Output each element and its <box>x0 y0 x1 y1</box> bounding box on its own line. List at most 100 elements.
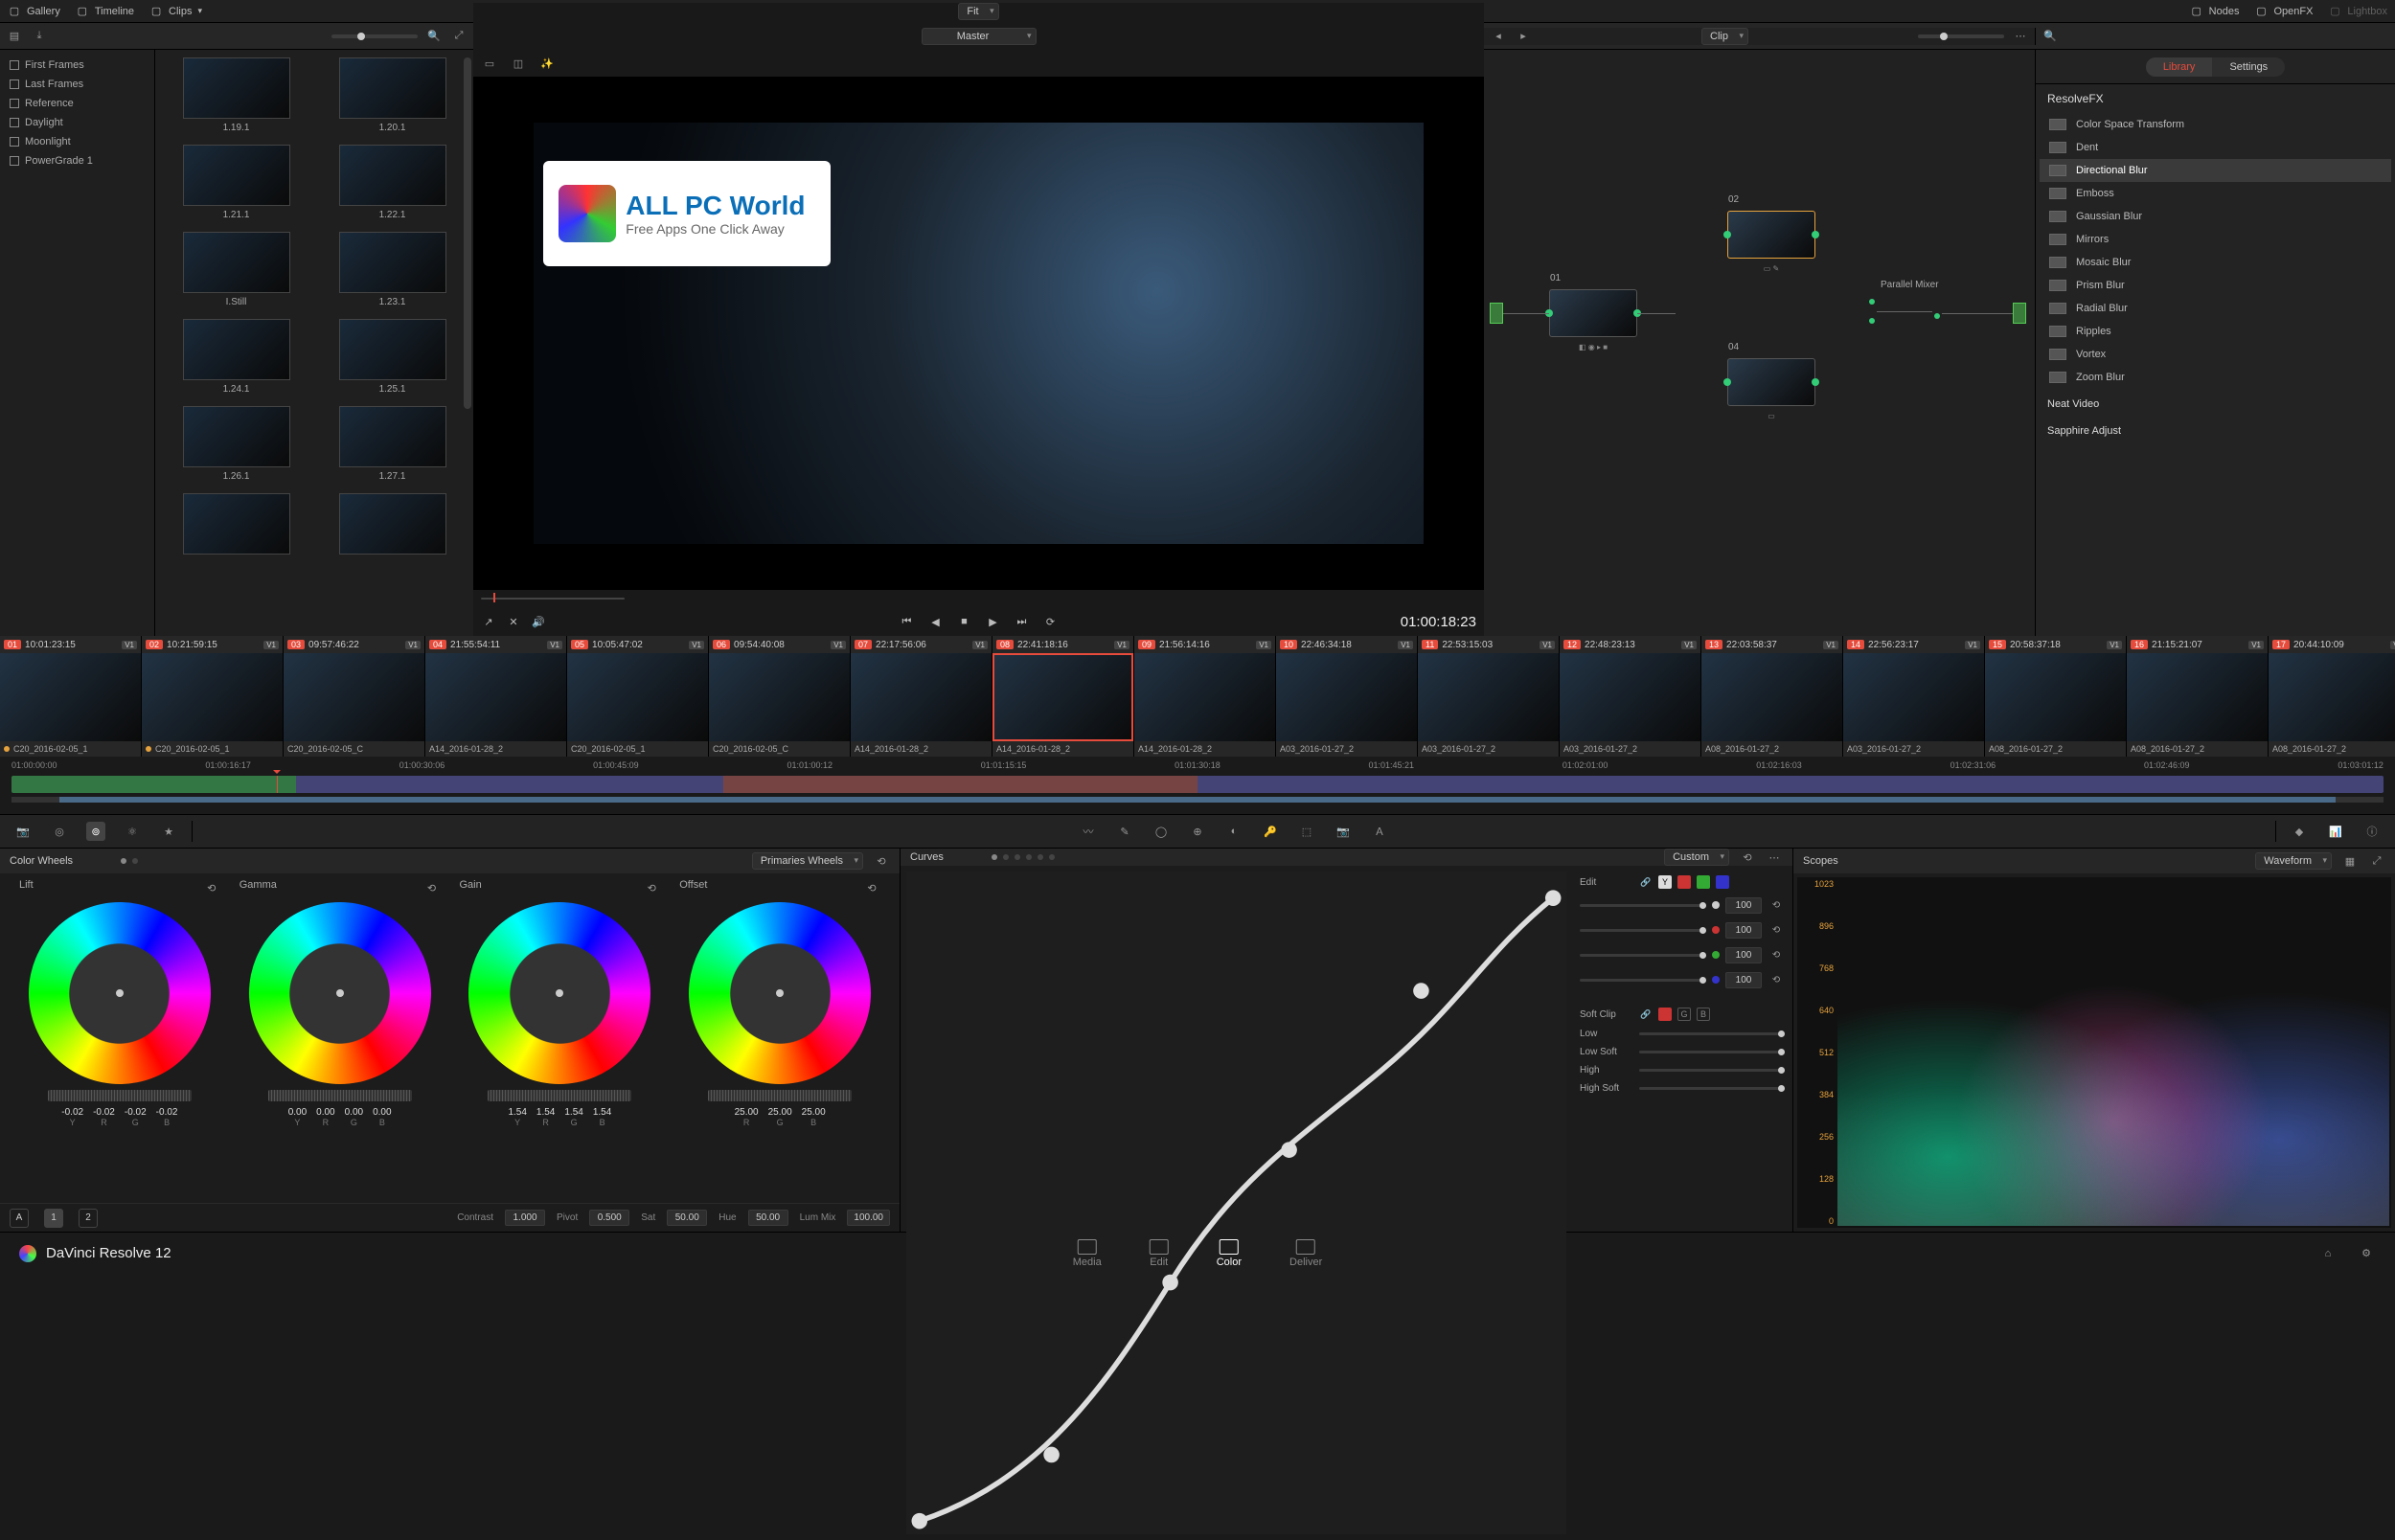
still-thumbnail[interactable]: I.Still <box>163 232 309 307</box>
gallery-album[interactable]: First Frames <box>0 56 154 75</box>
color-wheels-icon[interactable]: ⊚ <box>86 822 105 841</box>
wheel-value[interactable]: -0.02 <box>93 1107 115 1118</box>
color-wheel[interactable] <box>249 902 431 1084</box>
stereo-icon[interactable]: 📷 <box>1334 822 1353 841</box>
node-source-out[interactable] <box>2013 303 2026 324</box>
color-wheel[interactable] <box>689 902 871 1084</box>
gallery-album[interactable]: PowerGrade 1 <box>0 151 154 170</box>
gallery-album[interactable]: Moonlight <box>0 132 154 151</box>
clip-thumbnail[interactable]: 0110:01:23:15V1 C20_2016-02-05_1 <box>0 636 142 757</box>
split-screen-icon[interactable]: ◫ <box>510 55 527 72</box>
fx-search-icon[interactable]: 🔍 <box>2041 28 2059 45</box>
nodes-zoom-slider[interactable] <box>1918 34 2004 38</box>
softclip-slider[interactable] <box>1639 1032 1785 1035</box>
still-thumbnail[interactable]: 1.22.1 <box>319 145 466 220</box>
still-thumbnail[interactable] <box>319 493 466 558</box>
fx-item[interactable]: Vortex <box>2040 343 2391 366</box>
wheel-value[interactable]: 0.00 <box>288 1107 307 1118</box>
play-button[interactable]: ▶ <box>986 614 1001 629</box>
window-icon[interactable]: ◯ <box>1152 822 1171 841</box>
curves-reset-icon[interactable]: ⟲ <box>1739 849 1756 866</box>
color-match-icon[interactable]: ◎ <box>50 822 69 841</box>
still-thumbnail[interactable]: 1.24.1 <box>163 319 309 395</box>
nodes-clip-dropdown[interactable]: Clip <box>1701 28 1748 45</box>
timeline-toggle[interactable]: ▢Timeline <box>76 5 134 18</box>
tracker-icon[interactable]: ⊕ <box>1188 822 1207 841</box>
color-wheel[interactable] <box>468 902 650 1084</box>
qualifier-picker-icon[interactable]: ↗ <box>481 614 496 629</box>
curve-value[interactable]: 100 <box>1725 897 1762 914</box>
curve-row-reset-icon[interactable]: ⟲ <box>1768 921 1785 939</box>
gallery-toggle[interactable]: ▢Gallery <box>8 5 60 18</box>
softclip-b[interactable]: B <box>1697 1008 1710 1021</box>
clip-thumbnail[interactable]: 0822:41:18:16V1 A14_2016-01-28_2 <box>992 636 1134 757</box>
curves-mode-dropdown[interactable]: Custom <box>1664 849 1729 866</box>
page-deliver[interactable]: Deliver <box>1289 1239 1322 1268</box>
clip-thumbnail[interactable]: 1422:56:23:17V1 A03_2016-01-27_2 <box>1843 636 1985 757</box>
curve-plot[interactable] <box>906 872 1566 1534</box>
curve-row-reset-icon[interactable]: ⟲ <box>1768 896 1785 914</box>
nodes-prev-icon[interactable]: ◂ <box>1490 28 1507 45</box>
mixer-out[interactable] <box>1932 303 1942 331</box>
still-thumbnail[interactable]: 1.25.1 <box>319 319 466 395</box>
curve-link-icon[interactable]: 🔗 <box>1639 875 1653 889</box>
fx-tab-library[interactable]: Library <box>2146 57 2213 77</box>
clip-thumbnail[interactable]: 0510:05:47:02V1 C20_2016-02-05_1 <box>567 636 709 757</box>
key-icon[interactable]: 🔑 <box>1261 822 1280 841</box>
lightbox-toggle[interactable]: ▢Lightbox <box>2328 5 2387 18</box>
wheel-value[interactable]: 0.00 <box>345 1107 363 1118</box>
curve-value[interactable]: 100 <box>1725 972 1762 988</box>
page-1-button[interactable]: 1 <box>44 1209 63 1228</box>
settings-icon[interactable]: ⚙ <box>2357 1244 2376 1263</box>
curves-more-icon[interactable]: ⋯ <box>1766 849 1783 866</box>
softclip-slider[interactable] <box>1639 1087 1785 1090</box>
sizing-icon[interactable]: ⬚ <box>1297 822 1316 841</box>
clip-thumbnail[interactable]: 1621:15:21:07V1 A08_2016-01-27_2 <box>2127 636 2269 757</box>
fx-item[interactable]: Prism Blur <box>2040 274 2391 297</box>
wheel-value[interactable]: 1.54 <box>508 1107 526 1118</box>
wheel-reset-icon[interactable]: ⟲ <box>423 879 441 896</box>
wheel-value[interactable]: 0.00 <box>316 1107 334 1118</box>
clip-thumbnail[interactable]: 0722:17:56:06V1 A14_2016-01-28_2 <box>851 636 992 757</box>
node-02[interactable]: 02 ▭ ✎ <box>1727 211 1815 259</box>
lummix-value[interactable]: 100.00 <box>847 1210 890 1226</box>
wheel-value[interactable]: 25.00 <box>735 1107 759 1118</box>
wheel-value[interactable]: 1.54 <box>593 1107 611 1118</box>
reset-icon[interactable]: ✕ <box>506 614 521 629</box>
page-edit[interactable]: Edit <box>1150 1239 1169 1268</box>
fx-item[interactable]: Mirrors <box>2040 228 2391 251</box>
softclip-link-icon[interactable]: 🔗 <box>1639 1008 1653 1021</box>
qualifier-icon[interactable]: ✎ <box>1115 822 1134 841</box>
node-editor[interactable]: 01 ◧ ◉ ▸ ■ 02 ▭ ✎ 04 ▭ Parallel Mixer <box>1484 50 2035 636</box>
curve-intensity-slider[interactable] <box>1580 954 1706 957</box>
curve-intensity-slider[interactable] <box>1580 929 1706 932</box>
gallery-search-icon[interactable]: 🔍 <box>425 28 443 45</box>
curve-chan-g[interactable] <box>1697 875 1710 889</box>
rgb-mixer-icon[interactable]: ⚛ <box>123 822 142 841</box>
softclip-g[interactable]: G <box>1677 1008 1691 1021</box>
clip-thumbnail[interactable]: 1322:03:58:37V1 A08_2016-01-27_2 <box>1701 636 1843 757</box>
gallery-import-icon[interactable]: ⤓ <box>31 28 48 45</box>
wheel-value[interactable]: -0.02 <box>125 1107 147 1118</box>
curve-chan-r[interactable] <box>1677 875 1691 889</box>
node-source-in[interactable] <box>1490 303 1503 324</box>
page-2-button[interactable]: 2 <box>79 1209 98 1228</box>
still-thumbnail[interactable]: 1.21.1 <box>163 145 309 220</box>
gallery-album[interactable]: Reference <box>0 94 154 113</box>
fx-tab-settings[interactable]: Settings <box>2212 57 2285 77</box>
viewer-scrub-bar[interactable] <box>473 590 1484 607</box>
wheel-value[interactable]: 25.00 <box>768 1107 792 1118</box>
color-wheel[interactable] <box>29 902 211 1084</box>
wheel-value[interactable]: -0.02 <box>156 1107 178 1118</box>
clip-thumbnail[interactable]: 0210:21:59:15V1 C20_2016-02-05_1 <box>142 636 284 757</box>
node-04[interactable]: 04 ▭ <box>1727 358 1815 406</box>
still-thumbnail[interactable]: 1.26.1 <box>163 406 309 482</box>
still-thumbnail[interactable]: 1.19.1 <box>163 57 309 133</box>
fx-item[interactable]: Radial Blur <box>2040 297 2391 320</box>
fx-item[interactable]: Emboss <box>2040 182 2391 205</box>
viewer-fit-dropdown[interactable]: Fit <box>958 3 998 20</box>
wheel-value[interactable]: -0.02 <box>61 1107 83 1118</box>
audio-mute-icon[interactable]: 🔊 <box>531 614 546 629</box>
page-media[interactable]: Media <box>1073 1239 1102 1268</box>
master-wheel-slider[interactable] <box>48 1090 192 1101</box>
